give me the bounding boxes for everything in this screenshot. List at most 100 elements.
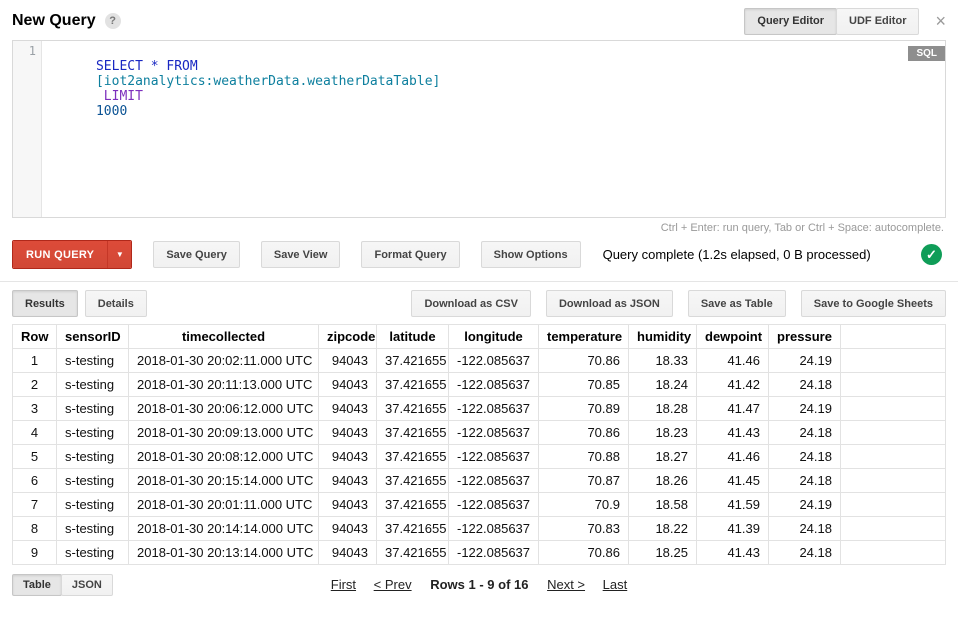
query-status-text: Query complete (1.2s elapsed, 0 B proces… [603, 247, 871, 262]
save-to-sheets-button[interactable]: Save to Google Sheets [801, 290, 946, 317]
table-cell: 70.83 [539, 517, 629, 541]
sql-token-keyword: SELECT * FROM [96, 59, 206, 74]
pagination-first-link[interactable]: First [331, 577, 356, 592]
table-row: 4s-testing2018-01-30 20:09:13.000 UTC940… [13, 421, 946, 445]
table-cell: 24.18 [769, 421, 841, 445]
table-cell: 24.18 [769, 469, 841, 493]
tab-details[interactable]: Details [85, 290, 147, 317]
save-as-table-button[interactable]: Save as Table [688, 290, 786, 317]
table-cell: -122.085637 [449, 517, 539, 541]
download-csv-button[interactable]: Download as CSV [411, 290, 531, 317]
column-header: Row [13, 325, 57, 349]
sql-editor: 1 SELECT * FROM [iot2analytics:weatherDa… [12, 40, 946, 218]
json-view-button[interactable]: JSON [61, 574, 113, 596]
table-cell: -122.085637 [449, 349, 539, 373]
table-cell: s-testing [57, 469, 129, 493]
column-header: sensorID [57, 325, 129, 349]
table-cell-filler [841, 421, 946, 445]
pagination-next-link[interactable]: Next > [547, 577, 585, 592]
table-cell: 41.45 [697, 469, 769, 493]
table-cell: 37.421655 [377, 469, 449, 493]
table-cell: 94043 [319, 397, 377, 421]
table-cell: 94043 [319, 541, 377, 565]
table-cell: 8 [13, 517, 57, 541]
table-cell: 37.421655 [377, 445, 449, 469]
table-cell: 94043 [319, 445, 377, 469]
table-cell: -122.085637 [449, 493, 539, 517]
table-cell: 41.46 [697, 349, 769, 373]
close-icon[interactable]: × [935, 12, 946, 30]
sql-code-line: SELECT * FROM [iot2analytics:weatherData… [49, 44, 938, 134]
results-footer: Table JSON First < Prev Rows 1 - 9 of 16… [0, 565, 958, 597]
table-cell: 4 [13, 421, 57, 445]
table-cell-filler [841, 373, 946, 397]
help-icon[interactable]: ? [105, 13, 121, 29]
table-cell: 18.25 [629, 541, 697, 565]
tab-results[interactable]: Results [12, 290, 78, 317]
table-cell: s-testing [57, 397, 129, 421]
table-cell: 2018-01-30 20:13:14.000 UTC [129, 541, 319, 565]
table-cell: 18.23 [629, 421, 697, 445]
table-cell: 18.26 [629, 469, 697, 493]
table-header-row: RowsensorIDtimecollectedzipcodelatitudel… [13, 325, 946, 349]
run-query-button[interactable]: RUN QUERY [13, 241, 107, 268]
show-options-button[interactable]: Show Options [481, 241, 581, 268]
table-cell: 1 [13, 349, 57, 373]
column-header: temperature [539, 325, 629, 349]
sql-code-input[interactable]: SELECT * FROM [iot2analytics:weatherData… [42, 41, 945, 217]
table-cell: -122.085637 [449, 421, 539, 445]
table-cell: s-testing [57, 373, 129, 397]
table-cell: 41.59 [697, 493, 769, 517]
table-cell: 41.43 [697, 421, 769, 445]
table-cell: 37.421655 [377, 541, 449, 565]
sql-token-limit: LIMIT [96, 89, 151, 104]
run-query-dropdown[interactable]: ▼ [107, 241, 131, 268]
table-cell: s-testing [57, 541, 129, 565]
save-view-button[interactable]: Save View [261, 241, 341, 268]
table-cell: 18.27 [629, 445, 697, 469]
udf-editor-button[interactable]: UDF Editor [836, 8, 919, 35]
table-cell: s-testing [57, 517, 129, 541]
table-cell: 18.58 [629, 493, 697, 517]
download-json-button[interactable]: Download as JSON [546, 290, 673, 317]
editor-gutter: 1 [13, 41, 42, 217]
table-row: 9s-testing2018-01-30 20:13:14.000 UTC940… [13, 541, 946, 565]
table-cell-filler [841, 541, 946, 565]
table-cell: 70.86 [539, 541, 629, 565]
caret-down-icon: ▼ [116, 250, 124, 259]
table-cell: 2018-01-30 20:11:13.000 UTC [129, 373, 319, 397]
column-header-filler [841, 325, 946, 349]
table-cell: 37.421655 [377, 397, 449, 421]
table-cell: 94043 [319, 421, 377, 445]
query-editor-button[interactable]: Query Editor [744, 8, 837, 35]
table-cell: -122.085637 [449, 469, 539, 493]
table-cell: 37.421655 [377, 421, 449, 445]
results-table: RowsensorIDtimecollectedzipcodelatitudel… [12, 324, 946, 565]
table-cell: 2 [13, 373, 57, 397]
table-cell: 24.18 [769, 541, 841, 565]
table-cell-filler [841, 517, 946, 541]
success-check-icon: ✓ [921, 244, 942, 265]
table-cell: 70.86 [539, 349, 629, 373]
table-cell: 70.86 [539, 421, 629, 445]
table-cell: 9 [13, 541, 57, 565]
table-cell: 37.421655 [377, 517, 449, 541]
page-title: New Query [12, 12, 96, 30]
format-query-button[interactable]: Format Query [361, 241, 459, 268]
table-cell: 70.89 [539, 397, 629, 421]
pagination-info: Rows 1 - 9 of 16 [430, 577, 528, 592]
table-cell: 2018-01-30 20:09:13.000 UTC [129, 421, 319, 445]
table-cell: -122.085637 [449, 397, 539, 421]
table-cell: s-testing [57, 493, 129, 517]
table-cell-filler [841, 445, 946, 469]
table-cell: 24.19 [769, 397, 841, 421]
pagination-prev-link[interactable]: < Prev [374, 577, 412, 592]
table-view-button[interactable]: Table [12, 574, 62, 596]
save-query-button[interactable]: Save Query [153, 241, 240, 268]
pagination-last-link[interactable]: Last [603, 577, 628, 592]
sql-badge: SQL [908, 46, 945, 61]
table-cell: 18.28 [629, 397, 697, 421]
table-cell-filler [841, 469, 946, 493]
results-tabs: Results Details [12, 290, 147, 317]
table-cell: 2018-01-30 20:02:11.000 UTC [129, 349, 319, 373]
